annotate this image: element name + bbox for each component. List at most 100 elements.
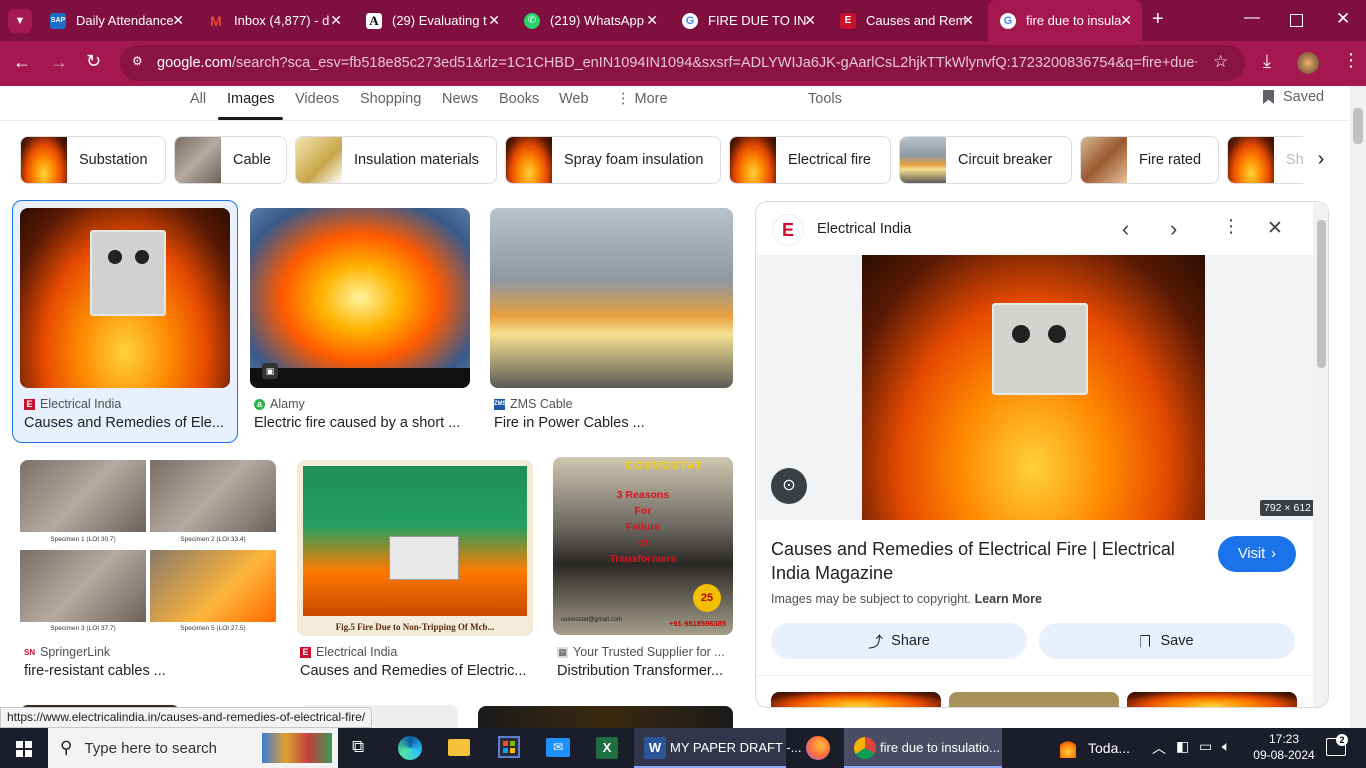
firefox-icon[interactable] — [806, 736, 830, 760]
store-icon[interactable] — [498, 736, 520, 758]
file-explorer-icon[interactable] — [448, 739, 470, 756]
chip-substation[interactable]: Substation — [20, 136, 166, 184]
weather-icon[interactable] — [1060, 738, 1076, 758]
lens-search-icon[interactable]: ⊙ — [771, 468, 807, 504]
close-tab-icon[interactable]: ✕ — [172, 12, 184, 29]
chip-insulation-materials[interactable]: Insulation materials — [295, 136, 497, 184]
tab-inbox[interactable]: M Inbox (4,877) - d ✕ — [196, 0, 352, 41]
bookmark-star-icon[interactable]: ☆ — [1213, 52, 1228, 72]
supplier-icon: ▦ — [557, 646, 568, 658]
result-title[interactable]: Causes and Remedies of Ele... — [24, 415, 230, 431]
close-window-icon[interactable]: ✕ — [1336, 9, 1350, 29]
clock-time[interactable]: 17:23 — [1264, 732, 1304, 746]
chips-next-chevron-icon[interactable]: › — [1303, 140, 1339, 180]
tray-chevron-up-icon[interactable]: ︿ — [1152, 738, 1166, 758]
weather-label[interactable]: Toda... — [1088, 740, 1130, 756]
nav-images[interactable]: Images — [227, 91, 275, 107]
result-title[interactable]: fire-resistant cables ... — [24, 663, 274, 679]
result-image-electrical-india[interactable] — [20, 208, 230, 388]
nav-books[interactable]: Books — [499, 91, 539, 107]
volume-icon[interactable]: 🔈︎ — [1222, 738, 1230, 755]
close-tab-icon[interactable]: ✕ — [646, 12, 658, 29]
poster-line: of — [638, 537, 648, 549]
result-image-zms-cable[interactable] — [490, 208, 733, 388]
address-bar[interactable]: ⚙ google.com/search?sca_esv=fb518e85c273… — [120, 45, 1245, 81]
tab-causes-and-rem[interactable]: E Causes and Rem ✕ — [828, 0, 984, 41]
taskbar-word-window[interactable]: W MY PAPER DRAFT -... — [634, 728, 801, 768]
restore-icon[interactable] — [1290, 14, 1303, 27]
related-image[interactable] — [1127, 692, 1297, 707]
chip-sh[interactable]: Sh — [1227, 136, 1303, 184]
network-icon[interactable]: ▭ — [1199, 738, 1212, 755]
tab-search-chevron-icon[interactable]: ▼ — [8, 9, 32, 33]
result-title[interactable]: Electric fire caused by a short ... — [254, 415, 470, 431]
profile-avatar[interactable] — [1297, 52, 1319, 74]
site-info-icon[interactable]: ⚙ — [132, 54, 146, 70]
result-title[interactable]: Fire in Power Cables ... — [494, 415, 730, 431]
chip-electrical-fire[interactable]: Electrical fire — [729, 136, 891, 184]
edge-icon[interactable] — [398, 736, 422, 760]
tab-daily-attendance[interactable]: SAP Daily Attendance ✕ — [38, 0, 194, 41]
result-image-springerlink[interactable]: Specimen 1 (LOI 30.7) Specimen 2 (LOI 33… — [20, 460, 276, 636]
windows-start-icon[interactable] — [16, 741, 32, 757]
related-image[interactable] — [949, 692, 1119, 707]
result-image-alamy[interactable]: ▣ — [250, 208, 470, 388]
tab-whatsapp[interactable]: ✆ (219) WhatsApp ✕ — [512, 0, 668, 41]
learn-more-link[interactable]: Learn More — [975, 592, 1042, 606]
chip-spray-foam-insulation[interactable]: Spray foam insulation — [505, 136, 721, 184]
task-view-icon[interactable]: ⧉ — [352, 737, 364, 757]
download-icon[interactable]: ⤓ — [1263, 51, 1271, 72]
taskbar-chrome-window[interactable]: fire due to insulatio... — [844, 728, 1002, 768]
new-tab-icon[interactable]: + — [1152, 8, 1164, 31]
nav-news[interactable]: News — [442, 91, 478, 107]
reload-icon[interactable]: ↻ — [86, 51, 101, 72]
meet-now-icon[interactable]: ◧ — [1176, 738, 1189, 755]
forward-icon[interactable]: → — [50, 52, 68, 73]
save-button[interactable]: Save — [1039, 623, 1295, 659]
clock-date[interactable]: 09-08-2024 — [1250, 748, 1318, 762]
nav-shopping[interactable]: Shopping — [360, 91, 421, 107]
share-button[interactable]: ⤴ Share — [771, 623, 1027, 659]
close-tab-icon[interactable]: ✕ — [804, 12, 816, 29]
related-image[interactable] — [771, 692, 941, 707]
result-image-electrical-india-mcb[interactable]: Fig.5 Fire Due to Non-Tripping Of Mcb... — [297, 460, 533, 636]
result-title[interactable]: Distribution Transformer... — [557, 663, 732, 679]
chip-fire-rated[interactable]: Fire rated — [1080, 136, 1219, 184]
nav-all[interactable]: All — [190, 91, 206, 107]
panel-source[interactable]: Electrical India — [817, 221, 911, 237]
excel-icon[interactable]: X — [596, 737, 618, 759]
taskbar-search-box[interactable]: ⚲ Type here to search — [48, 728, 338, 768]
result-title[interactable]: Causes and Remedies of Electric... — [300, 663, 530, 679]
menu-kebab-icon[interactable]: ⋮ — [1342, 50, 1360, 71]
more-options-icon[interactable]: ⋮ — [1222, 216, 1240, 237]
nav-tools[interactable]: Tools — [808, 91, 842, 107]
back-icon[interactable]: ← — [13, 52, 31, 73]
nav-videos[interactable]: Videos — [295, 91, 339, 107]
result-image-partial[interactable] — [478, 706, 733, 728]
close-tab-icon[interactable]: ✕ — [330, 12, 342, 29]
close-tab-icon[interactable]: ✕ — [962, 12, 974, 29]
page-scrollbar-thumb[interactable] — [1353, 108, 1363, 144]
panel-main-image[interactable] — [862, 255, 1205, 520]
nav-web[interactable]: Web — [559, 91, 589, 107]
page-scrollbar[interactable] — [1350, 86, 1366, 728]
panel-title[interactable]: Causes and Remedies of Electrical Fire |… — [771, 537, 1191, 585]
mail-icon[interactable]: ✉ — [546, 738, 570, 757]
minimize-icon[interactable]: — — [1244, 9, 1260, 27]
visit-button[interactable]: Visit › — [1218, 536, 1296, 572]
tab-fire-due-to-insula-active[interactable]: G fire due to insula ✕ — [988, 0, 1142, 41]
saved-link[interactable]: Saved — [1263, 89, 1324, 105]
close-tab-icon[interactable]: ✕ — [488, 12, 500, 29]
next-result-chevron-icon[interactable]: › — [1170, 216, 1177, 242]
chip-cable[interactable]: Cable — [174, 136, 287, 184]
result-image-transformer[interactable]: COSMOSTAT 3 Reasons For Failure of Trans… — [553, 457, 733, 635]
nav-more[interactable]: ⋮ More — [616, 91, 668, 107]
close-tab-icon[interactable]: ✕ — [1120, 12, 1132, 29]
url-text[interactable]: google.com/search?sca_esv=fb518e85c273ed… — [157, 55, 1197, 71]
chip-circuit-breaker[interactable]: Circuit breaker — [899, 136, 1072, 184]
prev-result-chevron-icon[interactable]: ‹ — [1122, 216, 1129, 242]
close-panel-icon[interactable]: ✕ — [1267, 217, 1283, 240]
tab-fire-due-to-ins[interactable]: G FIRE DUE TO INS ✕ — [670, 0, 826, 41]
tab-evaluating[interactable]: A (29) Evaluating t ✕ — [354, 0, 510, 41]
panel-scrollbar-thumb[interactable] — [1317, 220, 1326, 368]
